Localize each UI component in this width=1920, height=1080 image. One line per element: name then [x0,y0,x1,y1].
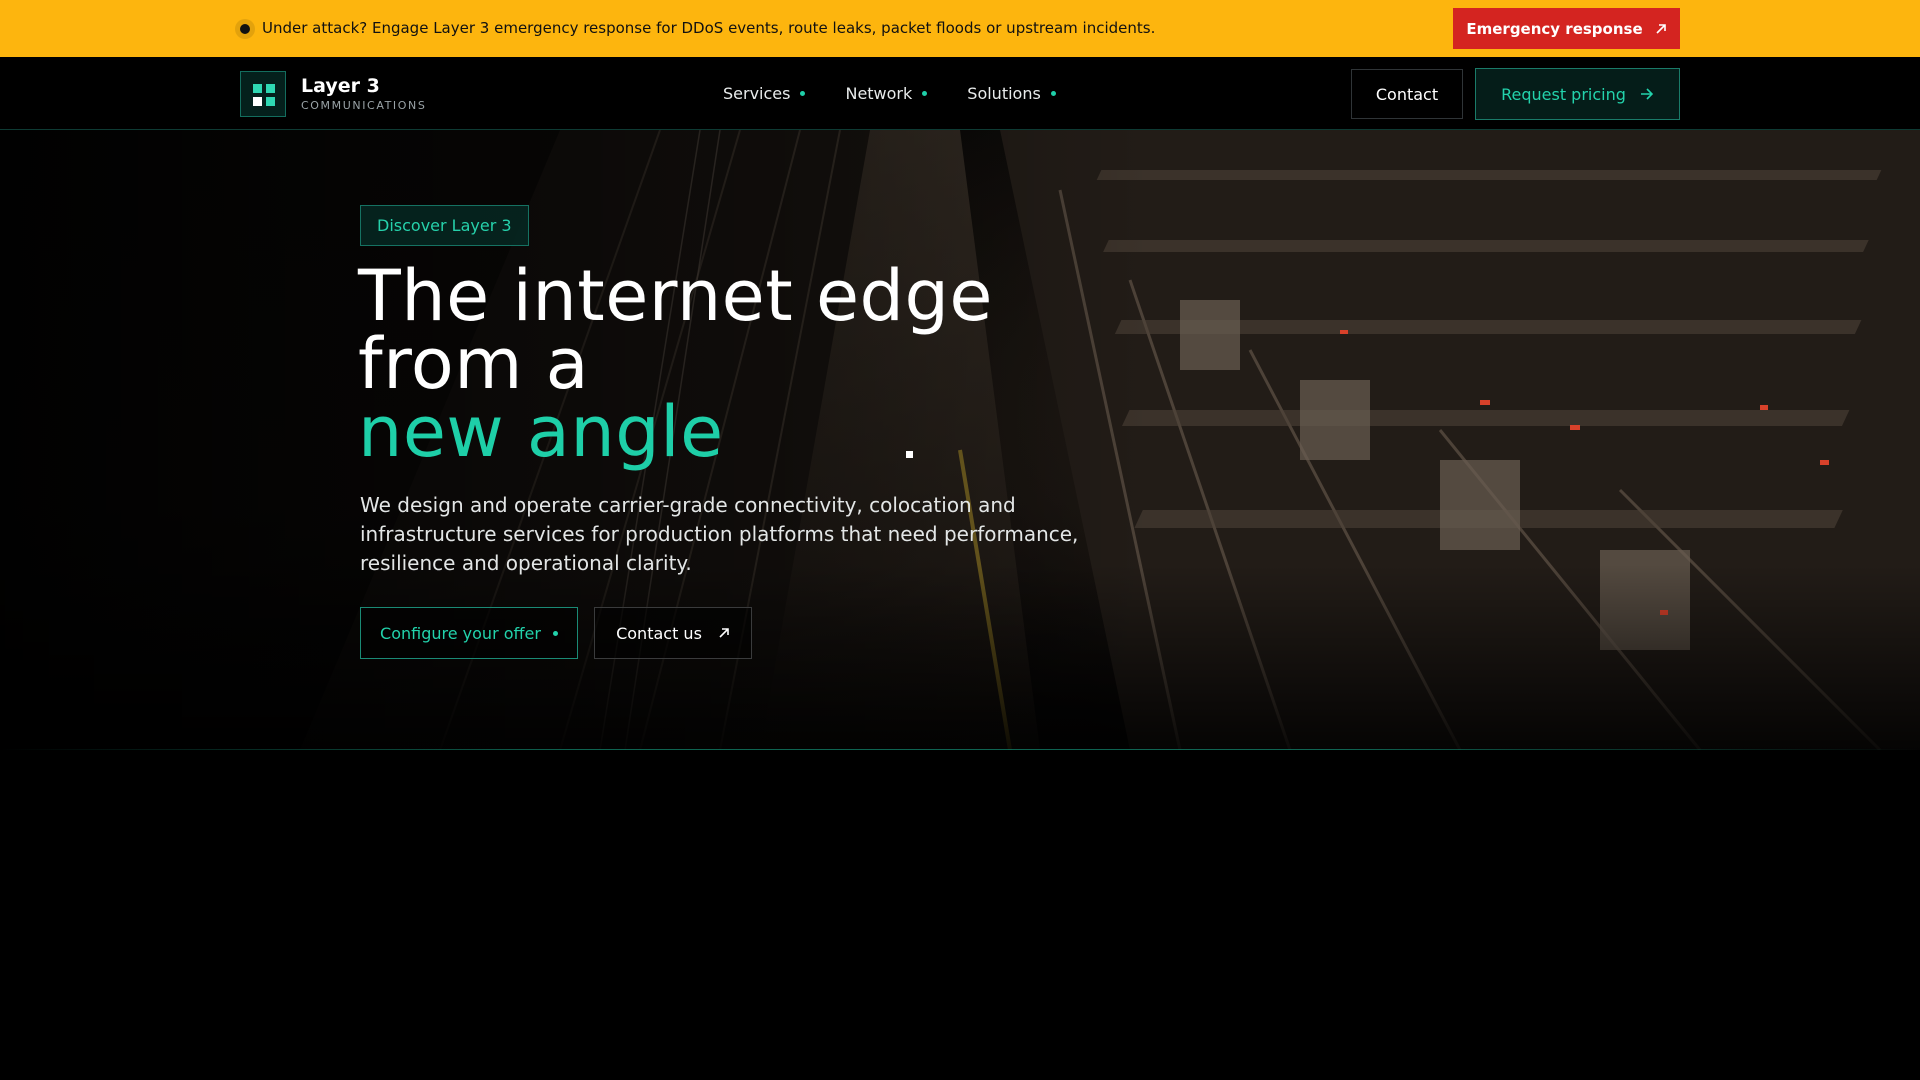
discover-tag[interactable]: Discover Layer 3 [360,205,529,246]
arrow-right-icon [1640,88,1654,100]
site-header: Layer 3 COMMUNICATIONS Services Network … [0,57,1920,130]
dot-icon [552,630,558,636]
emergency-response-button[interactable]: Emergency response [1453,8,1680,49]
contact-us-button[interactable]: Contact us [594,607,752,659]
brand-name[interactable]: Layer 3 [301,75,380,97]
hero-title: The internet edge from a new angle [358,255,993,473]
contact-us-label: Contact us [616,623,702,643]
hero-description: We design and operate carrier-grade conn… [360,493,1079,575]
arrow-up-right-icon [719,628,729,638]
arrow-up-right-icon [1656,23,1666,34]
alert-text: Under attack? Engage Layer 3 emergency r… [262,19,1156,37]
main-nav: Services Network Solutions [723,57,1056,130]
alert-bar: Under attack? Engage Layer 3 emergency r… [0,0,1920,57]
dropdown-dot-icon [1050,91,1056,96]
nav-item-solutions[interactable]: Solutions [967,84,1056,103]
nav-item-label: Solutions [967,84,1041,103]
request-pricing-button[interactable]: Request pricing [1475,68,1680,120]
emergency-response-label: Emergency response [1466,19,1643,38]
contact-button[interactable]: Contact [1351,69,1463,119]
brand-subtitle: COMMUNICATIONS [301,99,427,112]
logo-icon[interactable] [240,71,286,117]
hero-title-accent: new angle [358,391,724,473]
hero-title-line-1: The internet edge [358,255,993,337]
dropdown-dot-icon [800,91,806,96]
nav-item-label: Services [723,84,791,103]
hero-divider [0,749,1920,750]
nav-item-label: Network [845,84,913,103]
nav-item-network[interactable]: Network [845,84,928,103]
configure-offer-button[interactable]: Configure your offer [360,607,578,659]
alert-status-icon [235,19,255,39]
cursor-indicator [906,451,913,458]
hero-title-line-2: from a [358,323,590,405]
request-pricing-label: Request pricing [1501,84,1626,104]
configure-offer-label: Configure your offer [380,623,541,643]
dropdown-dot-icon [922,91,928,96]
nav-item-services[interactable]: Services [723,84,806,103]
